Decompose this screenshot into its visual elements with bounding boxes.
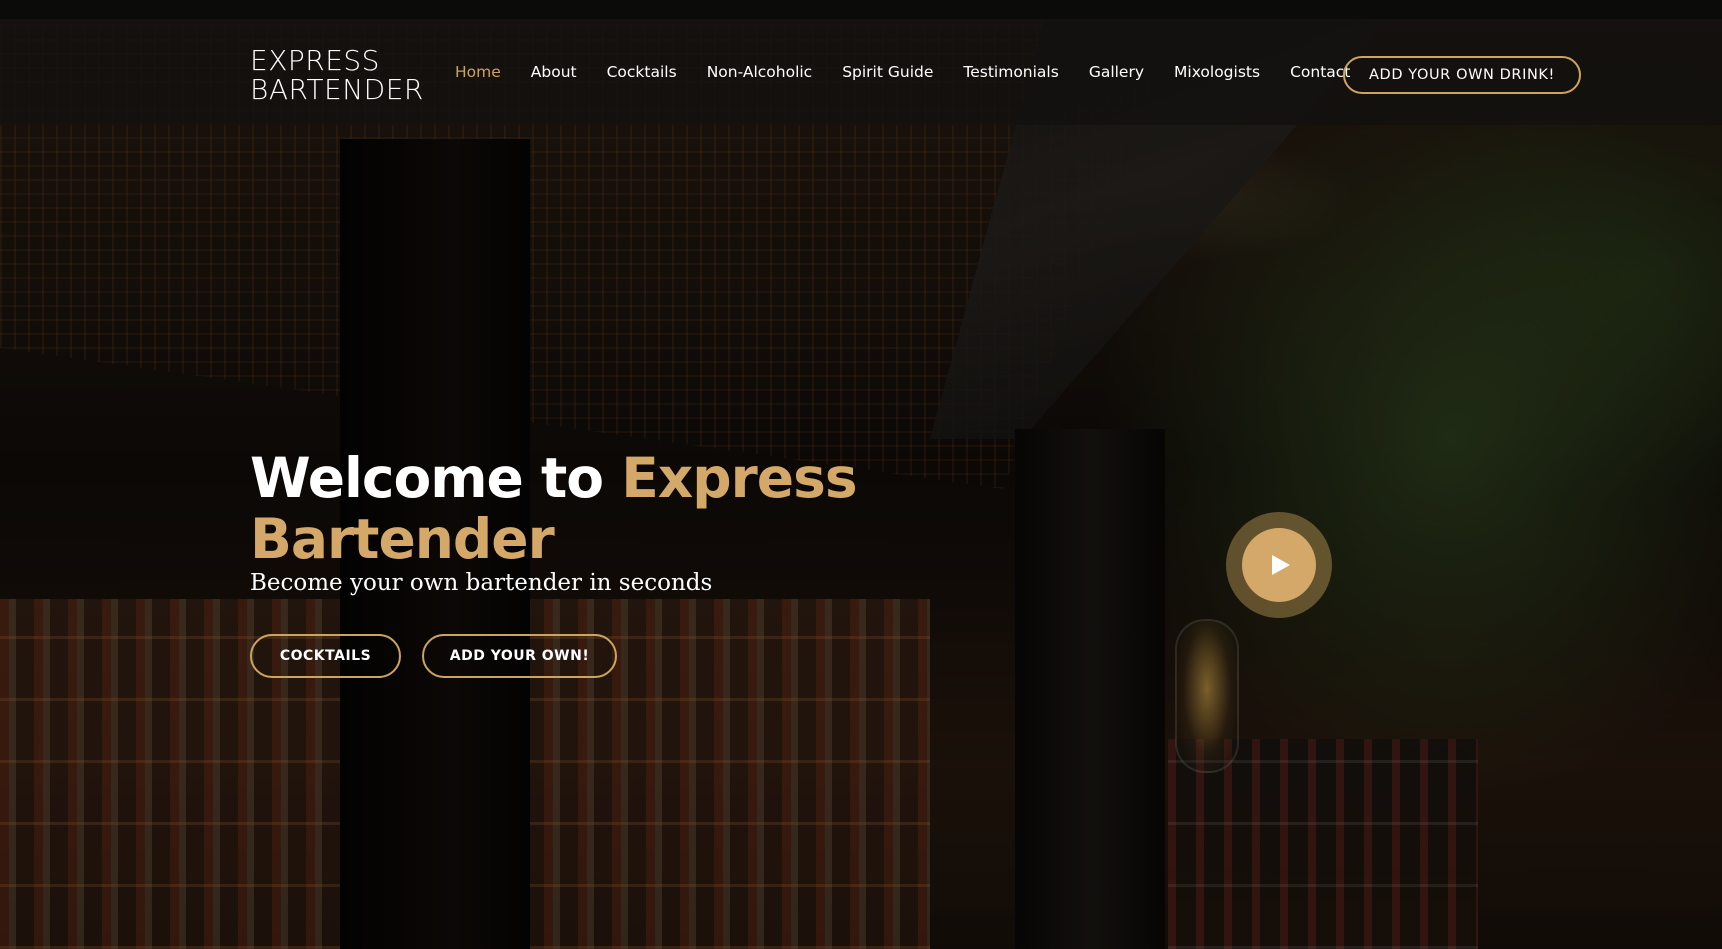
nav-link-testimonials[interactable]: Testimonials	[963, 63, 1058, 81]
cocktails-button[interactable]: COCKTAILS	[250, 634, 401, 678]
add-your-own-button[interactable]: ADD YOUR OWN!	[422, 634, 617, 678]
logo-line-1: EXPRESS	[250, 44, 380, 77]
top-strip	[0, 0, 1722, 19]
play-button-core	[1242, 528, 1316, 602]
main-nav: Home About Cocktails Non-Alcoholic Spiri…	[455, 19, 1380, 125]
nav-link-contact[interactable]: Contact	[1290, 63, 1350, 81]
nav-link-mixologists[interactable]: Mixologists	[1174, 63, 1260, 81]
nav-link-gallery[interactable]: Gallery	[1089, 63, 1144, 81]
nav-link-home[interactable]: Home	[455, 63, 501, 81]
site-header: EXPRESS BARTENDER Home About Cocktails N…	[0, 19, 1722, 125]
site-logo[interactable]: EXPRESS BARTENDER	[250, 46, 424, 104]
hero-headline: Welcome to Express Bartender	[250, 448, 950, 570]
nav-link-non-alcoholic[interactable]: Non-Alcoholic	[707, 63, 813, 81]
logo-line-2: BARTENDER	[250, 73, 424, 106]
play-icon	[1272, 555, 1290, 575]
nav-link-about[interactable]: About	[531, 63, 577, 81]
headline-prefix: Welcome to	[250, 446, 622, 510]
nav-link-cocktails[interactable]: Cocktails	[607, 63, 677, 81]
play-video-button[interactable]	[1226, 512, 1332, 618]
add-your-own-drink-button[interactable]: ADD YOUR OWN DRINK!	[1343, 56, 1581, 94]
nav-link-spirit-guide[interactable]: Spirit Guide	[842, 63, 933, 81]
hero-subtitle: Become your own bartender in seconds	[250, 570, 713, 596]
